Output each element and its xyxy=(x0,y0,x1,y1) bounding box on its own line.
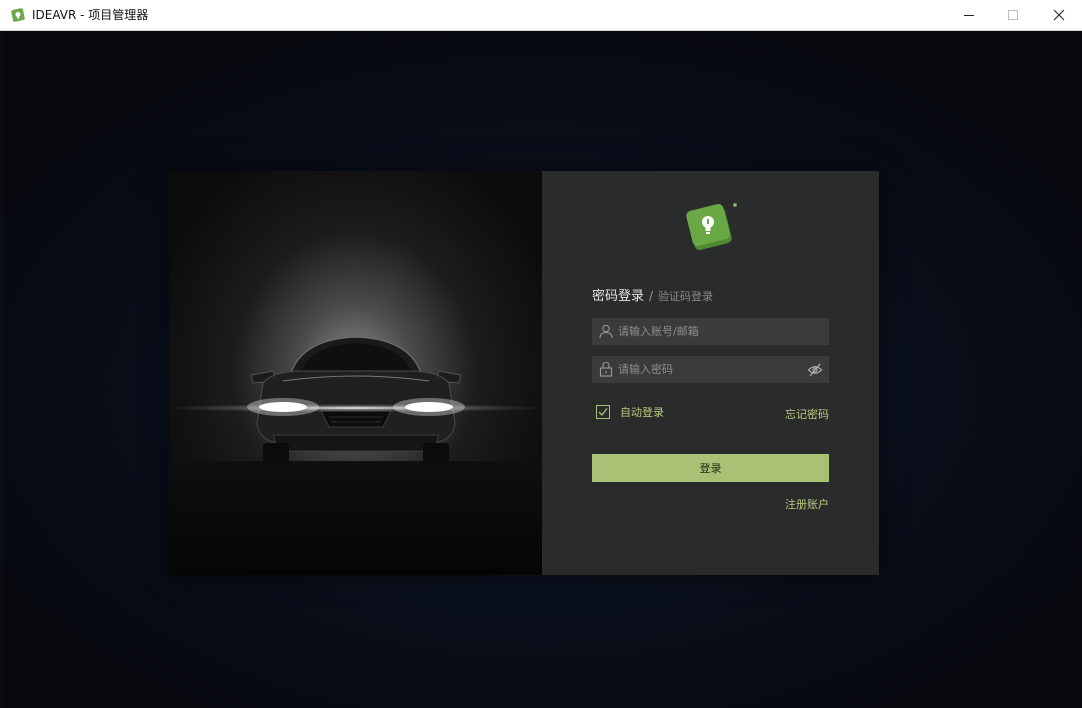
hero-car-image xyxy=(169,171,542,575)
forgot-password-link[interactable]: 忘记密码 xyxy=(747,406,829,422)
user-icon xyxy=(599,324,613,339)
login-mode-tabs: 密码登录 / 验证码登录 xyxy=(592,285,713,305)
login-button[interactable]: 登录 xyxy=(592,454,829,482)
car-illustration xyxy=(247,336,465,465)
hero-floor xyxy=(169,461,542,575)
minimize-button[interactable] xyxy=(946,0,992,30)
close-button[interactable] xyxy=(1036,0,1082,30)
headlight-beam xyxy=(169,404,542,412)
lock-icon xyxy=(599,361,613,377)
tab-password-login[interactable]: 密码登录 xyxy=(592,285,644,304)
password-input[interactable] xyxy=(618,356,803,383)
login-panel: 密码登录 / 验证码登录 请输入账号/邮箱 自动登录 忘记密码 登录 注册账户 xyxy=(542,171,879,575)
window-title: IDEAVR - 项目管理器 xyxy=(32,8,149,22)
minimize-icon xyxy=(964,15,974,16)
auto-login-checkbox[interactable] xyxy=(596,405,610,419)
maximize-button[interactable] xyxy=(990,0,1036,30)
window-titlebar[interactable]: IDEAVR - 项目管理器 xyxy=(0,0,1082,31)
checkmark-icon xyxy=(598,408,608,416)
maximize-icon xyxy=(1008,10,1018,20)
close-icon xyxy=(1053,9,1065,21)
auto-login-option[interactable]: 自动登录 xyxy=(596,404,664,420)
password-field[interactable] xyxy=(592,356,829,383)
account-input[interactable] xyxy=(618,318,803,345)
app-logo-icon xyxy=(11,8,25,22)
auto-login-label: 自动登录 xyxy=(620,406,664,419)
tab-code-login[interactable]: 验证码登录 xyxy=(658,288,713,304)
register-account-link[interactable]: 注册账户 xyxy=(737,496,829,512)
eye-slash-icon[interactable] xyxy=(807,362,823,378)
account-field[interactable] xyxy=(592,318,829,345)
green-lightbulb-logo-icon xyxy=(686,203,737,251)
login-card: 密码登录 / 验证码登录 请输入账号/邮箱 自动登录 忘记密码 登录 注册账户 xyxy=(169,171,879,575)
tab-separator: / xyxy=(649,289,654,303)
